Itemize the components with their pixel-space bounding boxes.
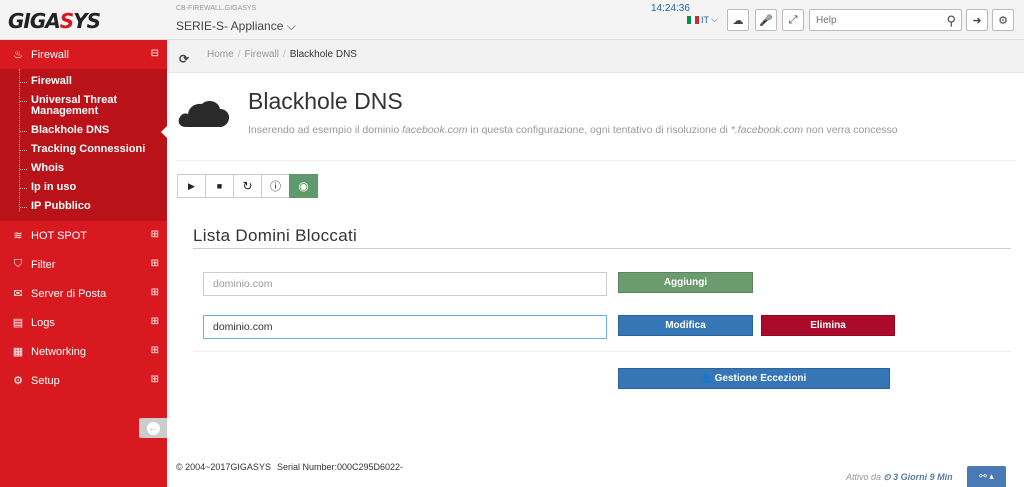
fullscreen-button[interactable]: ⤢	[782, 9, 804, 31]
restart-icon: ↻	[242, 179, 253, 193]
footer-menu-button[interactable]: ⚯ ▴	[967, 466, 1006, 487]
sidebar-item-blackhole-dns[interactable]: Blackhole DNS	[0, 121, 167, 140]
caret-up-icon: ▴	[989, 471, 994, 481]
breadcrumb-bar: ⟳ Home / Firewall / Blackhole DNS	[167, 40, 1024, 73]
add-domain-input[interactable]	[203, 272, 607, 296]
cloud-icon: ☁	[732, 14, 744, 27]
manage-exceptions-button[interactable]: 👤 Gestione Eccezioni	[618, 368, 890, 389]
breadcrumb: Home / Firewall / Blackhole DNS	[207, 49, 357, 60]
info-button[interactable]: ⓘ	[261, 174, 290, 198]
info-icon: ⓘ	[270, 181, 281, 193]
help-search: ⚲	[809, 9, 962, 31]
cloud-icon	[178, 101, 230, 127]
language-selector[interactable]: IT ⌵	[687, 14, 718, 25]
expand-icon[interactable]: ⊞	[151, 287, 159, 298]
add-button[interactable]: Aggiungi	[618, 272, 753, 293]
divider	[193, 248, 1011, 249]
cloud-button[interactable]: ☁	[727, 9, 749, 31]
serial-number: Serial Number:000C295D6022-	[276, 462, 404, 472]
help-search-input[interactable]	[810, 10, 935, 30]
logout-icon: ➜	[972, 14, 982, 27]
microphone-icon: 🎤	[759, 14, 773, 27]
sidebar-item-ip-in-uso[interactable]: Ip in uso	[0, 178, 167, 197]
section-title: Lista Domini Bloccati	[193, 226, 358, 245]
user-icon: 👤	[701, 374, 712, 383]
sidebar-group-mail[interactable]: ✉ Server di Posta ⊞	[0, 279, 167, 308]
sidebar-item-firewall[interactable]: Firewall	[0, 72, 167, 91]
clock-icon: ⏲	[883, 472, 891, 482]
search-icon[interactable]: ⚲	[946, 13, 956, 29]
settings-icon: ⚙	[998, 14, 1008, 27]
shield-icon: ⛉	[13, 258, 23, 270]
breadcrumb-current: Blackhole DNS	[289, 49, 357, 60]
network-icon: ▦	[12, 346, 24, 358]
restart-service-button[interactable]: ↻	[233, 174, 262, 198]
voice-button[interactable]: 🎤	[755, 9, 777, 31]
service-status-button[interactable]: ◉	[289, 174, 318, 198]
wifi-icon: ≋	[13, 230, 23, 242]
sidebar-item-ip-pubblico[interactable]: IP Pubblico	[0, 197, 167, 216]
envelope-icon: ✉	[13, 288, 23, 300]
expand-icon[interactable]: ⊞	[151, 229, 159, 240]
status-icon: ◉	[298, 179, 309, 193]
device-selector[interactable]: SERIE-S- Appliance ⌵	[176, 19, 296, 34]
italy-flag-icon	[687, 15, 699, 24]
chevron-down-icon: ⌵	[711, 14, 718, 24]
expand-icon[interactable]: ⊞	[151, 345, 159, 356]
divider	[193, 351, 1011, 352]
collapse-icon[interactable]: ⊟	[151, 48, 159, 59]
sidebar: ♨ Firewall ⊟ Firewall Universal Threat M…	[0, 40, 167, 487]
page-description: Inserendo ad esempio il dominio facebook…	[248, 124, 898, 136]
sidebar-group-hotspot[interactable]: ≋ HOT SPOT ⊞	[0, 221, 167, 250]
logout-button[interactable]: ➜	[966, 9, 988, 31]
sidebar-group-firewall[interactable]: ♨ Firewall ⊟	[0, 40, 167, 69]
sidebar-item-tracking[interactable]: Tracking Connessioni	[0, 140, 167, 159]
settings-button[interactable]: ⚙	[992, 9, 1014, 31]
expand-icon[interactable]: ⊞	[151, 316, 159, 327]
edit-domain-input[interactable]	[203, 315, 607, 339]
play-icon: ▶	[188, 180, 195, 191]
firewall-submenu: Firewall Universal Threat Management Bla…	[0, 69, 167, 221]
service-toolbar: ▶ ■ ↻ ⓘ ◉	[177, 174, 318, 198]
device-hostname: CB-FIREWALL.GIGASYS	[176, 5, 257, 12]
footer-copyright: © 2004~2017GIGASYS Serial Number:000C295D…	[176, 462, 404, 472]
fire-icon: ♨	[13, 49, 23, 61]
sidebar-item-utm[interactable]: Universal Threat Management	[0, 91, 167, 121]
clock: 14:24:36	[651, 3, 690, 14]
sidebar-item-whois[interactable]: Whois	[0, 159, 167, 178]
chevron-down-icon: ⌵	[286, 19, 296, 33]
gear-icon: ⚙	[13, 375, 23, 387]
logo[interactable]: GIGASYS	[8, 9, 101, 33]
sidebar-group-setup[interactable]: ⚙ Setup ⊞	[0, 366, 167, 395]
uptime: Attivo da ⏲ 3 Giorni 9 Min	[846, 472, 953, 482]
arrow-left-icon: ←	[146, 421, 160, 435]
expand-icon[interactable]: ⊞	[151, 258, 159, 269]
refresh-icon[interactable]: ⟳	[179, 52, 189, 66]
page-title: Blackhole DNS	[248, 88, 403, 114]
stop-service-button[interactable]: ■	[205, 174, 234, 198]
fullscreen-icon: ⤢	[788, 13, 798, 26]
sidebar-group-logs[interactable]: ▤ Logs ⊞	[0, 308, 167, 337]
top-bar: GIGASYS CB-FIREWALL.GIGASYS SERIE-S- App…	[0, 0, 1024, 40]
start-service-button[interactable]: ▶	[177, 174, 206, 198]
sidebar-group-filter[interactable]: ⛉ Filter ⊞	[0, 250, 167, 279]
edit-button[interactable]: Modifica	[618, 315, 753, 336]
sidebar-group-networking[interactable]: ▦ Networking ⊞	[0, 337, 167, 366]
sidebar-collapse-button[interactable]: ←	[139, 418, 167, 438]
breadcrumb-home[interactable]: Home	[207, 49, 234, 60]
expand-icon[interactable]: ⊞	[151, 374, 159, 385]
stop-icon: ■	[216, 181, 223, 191]
logs-icon: ▤	[12, 317, 24, 329]
link-icon: ⚯	[979, 471, 987, 481]
breadcrumb-firewall[interactable]: Firewall	[244, 49, 278, 60]
delete-button[interactable]: Elimina	[761, 315, 895, 336]
divider	[176, 160, 1016, 161]
